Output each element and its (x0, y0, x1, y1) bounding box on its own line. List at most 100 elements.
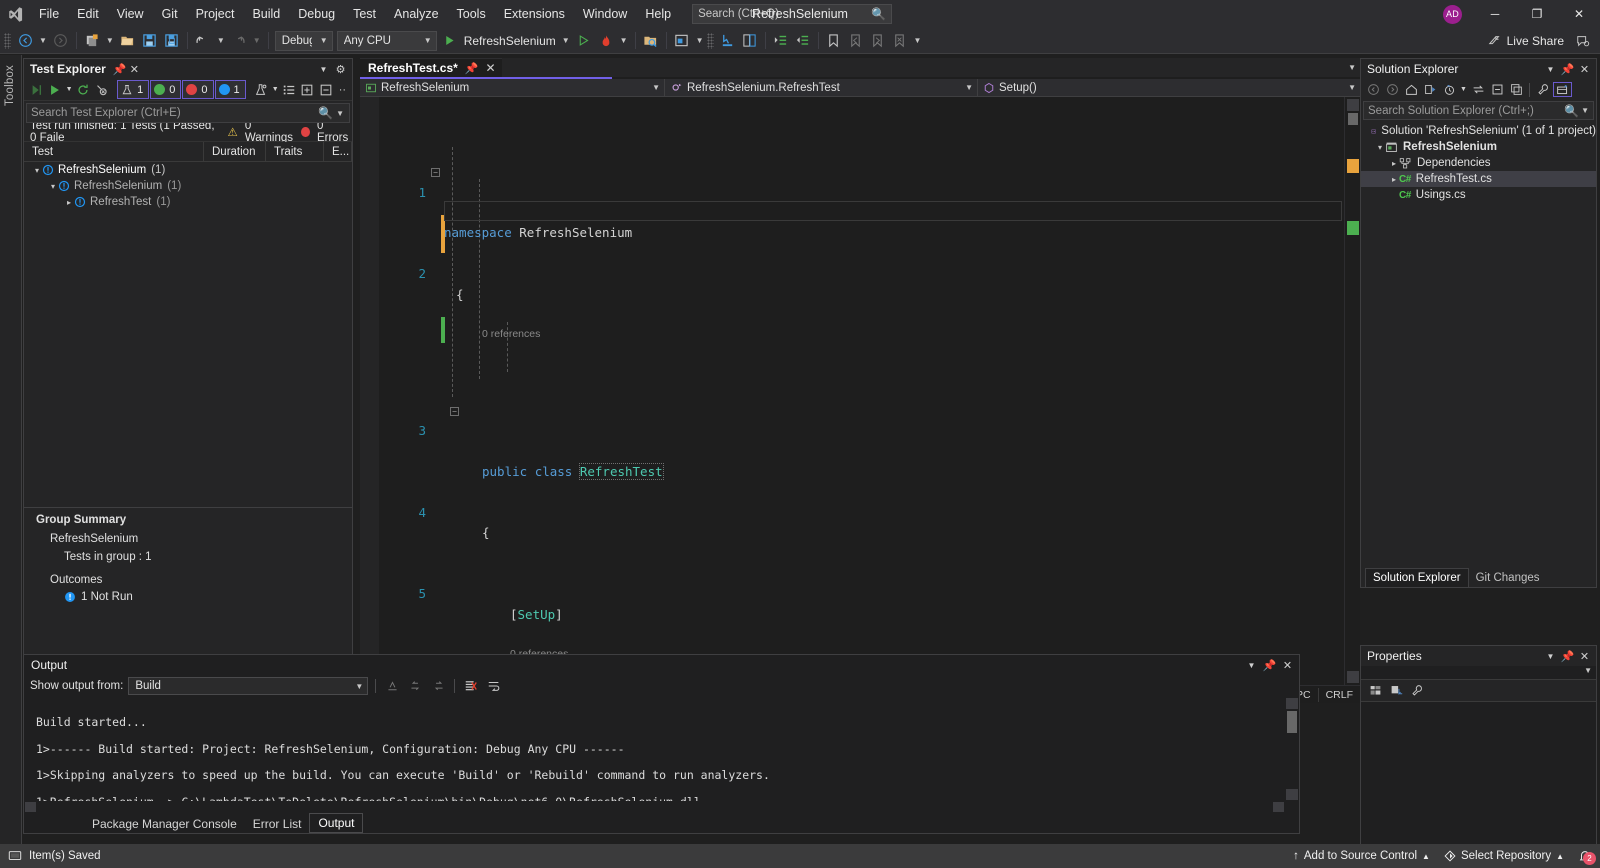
toggle-bookmark-icon[interactable] (823, 30, 845, 52)
chevron-down-icon[interactable]: ▼ (1543, 649, 1558, 664)
output-go-previous-icon[interactable] (406, 679, 424, 694)
close-icon[interactable]: ✕ (486, 61, 496, 75)
dependencies-node[interactable]: ▸ Dependencies (1361, 155, 1596, 171)
file-node-usings[interactable]: C# Usings.cs (1361, 187, 1596, 203)
fold-toggle-1[interactable]: − (431, 168, 440, 177)
expander-icon[interactable]: ▸ (64, 198, 74, 207)
menu-tools[interactable]: Tools (448, 0, 495, 28)
editor-tab-refreshtest[interactable]: RefreshTest.cs* 📌 ✕ (360, 58, 502, 77)
previous-bookmark-icon[interactable] (845, 30, 867, 52)
chevron-down-icon[interactable]: ▼ (955, 83, 973, 92)
menu-debug[interactable]: Debug (289, 0, 344, 28)
start-debugging-icon[interactable] (439, 30, 461, 52)
minimize-button[interactable]: ─ (1474, 0, 1516, 28)
output-text-area[interactable]: Build started... 1>------ Build started:… (24, 697, 1299, 813)
codelens-line-3[interactable]: 0 references (360, 325, 1360, 339)
avatar[interactable]: AD (1443, 5, 1462, 24)
output-horizontal-scrollbar[interactable] (24, 801, 1285, 813)
codelens-references-3[interactable]: 0 references (482, 324, 540, 344)
navigate-backward-dropdown-icon[interactable]: ▼ (36, 37, 50, 45)
pin-icon[interactable]: 📌 (1560, 649, 1575, 664)
test-count-total[interactable]: 1 (117, 80, 149, 99)
editor-tab-overflow-icon[interactable]: ▼ (1348, 63, 1356, 72)
start-target-label[interactable]: RefreshSelenium (461, 34, 559, 48)
menu-extensions[interactable]: Extensions (495, 0, 574, 28)
chevron-down-icon[interactable]: ▼ (1543, 62, 1558, 77)
test-explorer-search-input[interactable]: Search Test Explorer (Ctrl+E) 🔍 ▼ (26, 103, 350, 123)
menu-help[interactable]: Help (636, 0, 680, 28)
scrollbar-thumb[interactable] (1348, 113, 1358, 125)
run-dropdown-icon[interactable]: ▼ (65, 82, 73, 97)
nav-project-select[interactable]: RefreshSelenium ▼ (360, 79, 665, 97)
menu-view[interactable]: View (108, 0, 153, 28)
solution-explorer-search-input[interactable]: Search Solution Explorer (Ctrl+;) 🔍 ▼ (1363, 101, 1594, 120)
pending-changes-icon[interactable] (1421, 82, 1439, 97)
solution-node[interactable]: Solution 'RefreshSelenium' (1 of 1 proje… (1361, 123, 1596, 139)
scrollbar-thumb[interactable] (1287, 711, 1297, 733)
pin-icon[interactable]: 📌 (1560, 62, 1575, 77)
save-all-icon[interactable] (161, 30, 183, 52)
clear-bookmarks-icon[interactable] (889, 30, 911, 52)
tab-solution-explorer[interactable]: Solution Explorer (1365, 568, 1469, 587)
pin-icon[interactable]: 📌 (112, 62, 127, 77)
column-error[interactable]: E... (324, 142, 352, 162)
chevron-down-icon[interactable]: ▼ (316, 62, 331, 77)
menu-build[interactable]: Build (243, 0, 289, 28)
preview-selected-items-icon[interactable] (1553, 82, 1572, 97)
live-preview-icon[interactable] (671, 30, 693, 52)
output-go-next-icon[interactable] (429, 679, 447, 694)
menu-window[interactable]: Window (574, 0, 636, 28)
next-bookmark-icon[interactable] (867, 30, 889, 52)
test-tree-row-2[interactable]: ▸ RefreshTest (1) (24, 194, 352, 210)
toolbar-grip[interactable] (707, 33, 714, 49)
test-settings-icon[interactable] (253, 82, 271, 97)
close-icon[interactable]: ✕ (1280, 658, 1295, 673)
test-tree-row-1[interactable]: ▾ RefreshSelenium (1) (24, 178, 352, 194)
home-icon[interactable] (1402, 82, 1420, 97)
feedback-icon[interactable] (1572, 30, 1594, 52)
scrollbar-down-arrow[interactable] (1347, 671, 1359, 683)
select-repository-button[interactable]: Select Repository ▲ (1444, 850, 1564, 862)
test-tree-row-0[interactable]: ▾ RefreshSelenium (1) (24, 162, 352, 178)
menu-test[interactable]: Test (344, 0, 385, 28)
show-all-files-icon[interactable] (1507, 82, 1525, 97)
add-to-source-control-button[interactable]: ↑ Add to Source Control ▲ (1293, 850, 1430, 862)
hot-reload-dropdown-icon[interactable]: ▼ (617, 37, 631, 45)
solution-platform-select[interactable]: Any CPU ▼ (337, 31, 437, 51)
start-target-dropdown-icon[interactable]: ▼ (559, 37, 573, 45)
undo-icon[interactable] (192, 30, 214, 52)
clear-output-icon[interactable] (462, 679, 480, 694)
run-tests-icon[interactable] (47, 82, 65, 97)
file-node-refreshtest[interactable]: ▸ C# RefreshTest.cs (1361, 171, 1596, 187)
project-node[interactable]: ▾ RefreshSelenium (1361, 139, 1596, 155)
live-preview-dropdown-icon[interactable]: ▼ (693, 37, 707, 45)
expander-icon[interactable]: ▾ (48, 182, 58, 191)
output-source-select[interactable]: Build ▼ (128, 677, 368, 695)
compare-files-icon[interactable] (739, 30, 761, 52)
collapse-all-icon[interactable] (1488, 82, 1506, 97)
start-without-debugging-icon[interactable] (573, 30, 595, 52)
open-file-icon[interactable] (117, 30, 139, 52)
test-count-failed[interactable]: 0 (182, 80, 213, 99)
pending-history-icon[interactable] (1440, 82, 1458, 97)
tab-output[interactable]: Output (309, 813, 363, 833)
forward-icon[interactable] (1383, 82, 1401, 97)
new-project-dropdown-icon[interactable]: ▼ (103, 37, 117, 45)
editor-vertical-scrollbar[interactable] (1344, 97, 1360, 685)
chevron-down-icon[interactable]: ▼ (1338, 83, 1356, 92)
fold-toggle-3[interactable]: − (450, 407, 459, 416)
chevron-down-icon[interactable]: ▼ (1459, 82, 1468, 97)
expander-icon[interactable]: ▾ (32, 166, 42, 175)
tab-package-manager-console[interactable]: Package Manager Console (84, 815, 245, 833)
live-share-button[interactable]: Live Share (1488, 34, 1572, 48)
save-icon[interactable] (139, 30, 161, 52)
close-icon[interactable]: ✕ (127, 62, 142, 77)
gear-icon[interactable]: ⚙ (333, 62, 348, 77)
chevron-down-icon[interactable]: ▼ (336, 109, 344, 118)
pin-icon[interactable]: 📌 (1262, 658, 1277, 673)
chevron-down-icon[interactable]: ▼ (642, 83, 660, 92)
test-explorer-overflow-icon[interactable]: ·· (336, 82, 349, 97)
menu-project[interactable]: Project (187, 0, 244, 28)
nav-type-select[interactable]: RefreshSelenium.RefreshTest ▼ (665, 79, 978, 97)
cancel-test-run-icon[interactable] (93, 82, 111, 97)
